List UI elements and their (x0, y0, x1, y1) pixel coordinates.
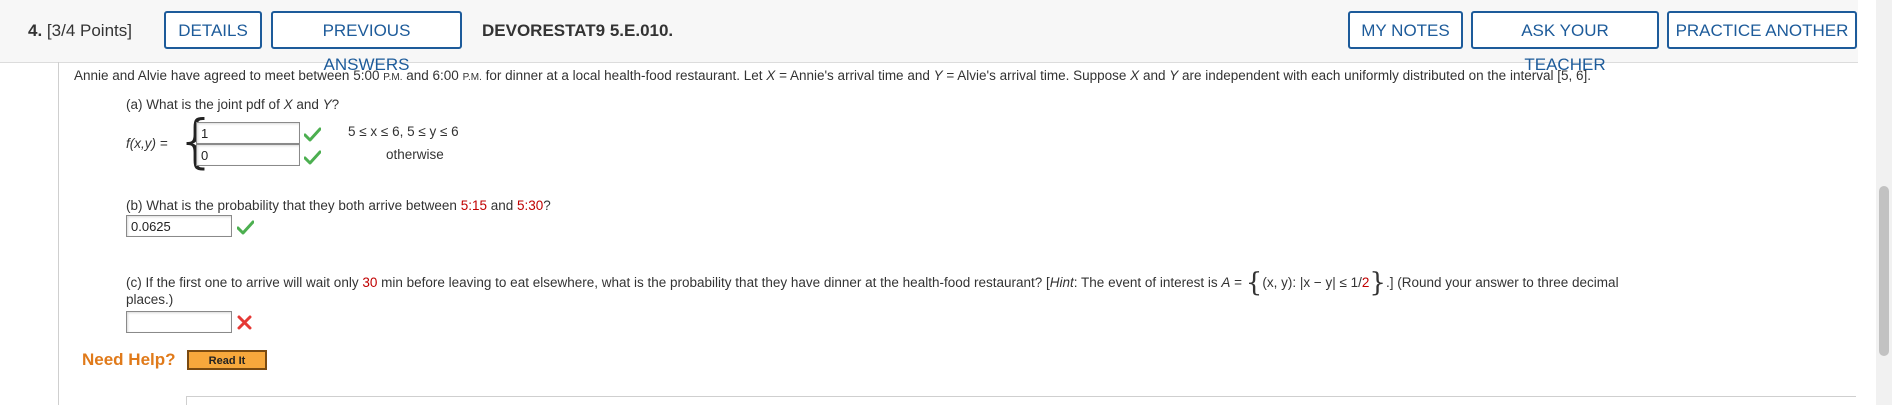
var-y: Y (933, 68, 943, 83)
previous-answers-button[interactable]: PREVIOUS ANSWERS (271, 11, 462, 74)
bottom-divider (186, 396, 1856, 397)
pdf-value-input-1[interactable] (196, 122, 300, 144)
problem-statement: Annie and Alvie have agreed to meet betw… (74, 68, 1591, 83)
part-b-answer-input[interactable] (126, 215, 232, 237)
var-y: Y (322, 97, 332, 112)
vertical-scrollbar[interactable] (1876, 0, 1892, 405)
question-id: DEVORESTAT9 5.E.010. (482, 21, 674, 40)
part-c-text-1: (c) If the first one to arrive will wait… (126, 275, 363, 290)
question-points: [3/4 Points] (46, 21, 132, 40)
bottom-divider-edge (186, 396, 187, 405)
time-end: 5:30 (517, 198, 544, 213)
var-x: X (1130, 68, 1140, 83)
question-number: 4. (28, 21, 43, 40)
intro-text-2: and 6:00 (402, 68, 463, 83)
question-header: 4. [3/4 Points] DETAILS PREVIOUS ANSWERS… (0, 0, 1858, 74)
left-divider (58, 62, 59, 405)
pm-text-2: P.M. (462, 72, 482, 83)
checkmark-icon (304, 150, 321, 165)
set-expression: (x, y): |x − y| ≤ 1/ (1262, 275, 1362, 290)
part-c-text-4: = (1230, 275, 1246, 290)
set-open-brace: { (1245, 268, 1263, 298)
part-b-text-1: (b) What is the probability that they bo… (126, 198, 461, 213)
var-x: X (283, 97, 293, 112)
checkmark-icon (304, 127, 321, 142)
part-b-question: (b) What is the probability that they bo… (126, 198, 551, 213)
pm-text-1: P.M. (383, 72, 403, 83)
time-start: 5:15 (460, 198, 487, 213)
wait-minutes: 30 (362, 275, 378, 290)
part-a-text-3: ? (331, 97, 340, 112)
scrollbar-thumb[interactable] (1879, 186, 1889, 356)
read-it-button[interactable]: Read It (187, 350, 267, 370)
intro-text-1: Annie and Alvie have agreed to meet betw… (74, 68, 384, 83)
part-a-question: (a) What is the joint pdf of X and Y? (126, 97, 339, 112)
practice-another-button[interactable]: PRACTICE ANOTHER (1667, 11, 1857, 49)
part-c-answer-input[interactable] (126, 311, 232, 333)
question-number-label: 4. [3/4 Points] (28, 21, 132, 41)
part-c-text-5: .] (Round your answer to three decimal (1385, 275, 1619, 290)
part-c-text-2: min before leaving to eat elsewhere, wha… (377, 275, 1050, 290)
part-c-text-3: : The event of interest is (1073, 275, 1222, 290)
var-y: Y (1169, 68, 1179, 83)
part-c-text-6: places.) (126, 292, 174, 307)
intro-text-3: for dinner at a local health-food restau… (481, 68, 767, 83)
ask-your-teacher-button[interactable]: ASK YOUR TEACHER (1471, 11, 1659, 74)
var-x: X (766, 68, 776, 83)
part-c-question: (c) If the first one to arrive will wait… (126, 264, 1619, 298)
intro-text-6: and (1139, 68, 1170, 83)
x-mark-icon (237, 315, 252, 330)
intro-text-5: = Alvie's arrival time. Suppose (942, 68, 1131, 83)
hint-label: Hint (1049, 275, 1074, 290)
details-button[interactable]: DETAILS (164, 11, 262, 49)
part-b-text-2: and (486, 198, 517, 213)
condition-1: 5 ≤ x ≤ 6, 5 ≤ y ≤ 6 (348, 124, 459, 139)
part-a-text-2: and (292, 97, 323, 112)
need-help-label: Need Help? (82, 350, 176, 369)
intro-text-7: are independent with each uniformly dist… (1178, 68, 1591, 83)
pdf-value-input-2[interactable] (196, 144, 300, 166)
intro-text-4: = Annie's arrival time and (775, 68, 934, 83)
set-close-brace: } (1369, 268, 1386, 298)
part-b-text-3: ? (543, 198, 551, 213)
function-label: f(x,y) = (126, 136, 168, 151)
my-notes-button[interactable]: MY NOTES (1348, 11, 1463, 49)
checkmark-icon (237, 220, 254, 235)
condition-2: otherwise (386, 147, 444, 162)
